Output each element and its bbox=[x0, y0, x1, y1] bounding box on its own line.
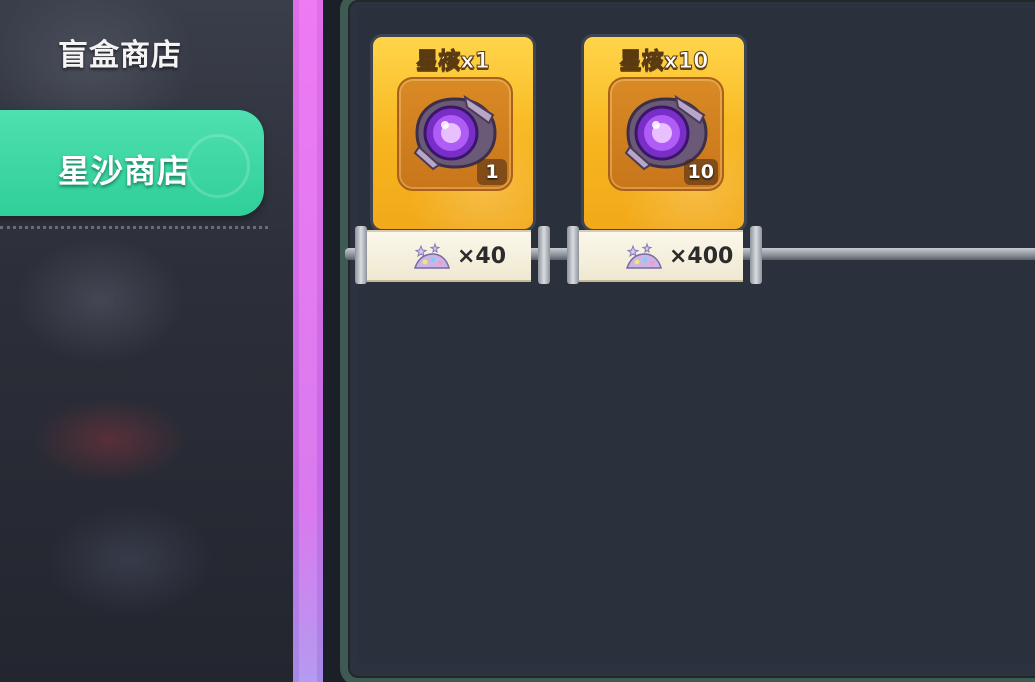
shop-screen: 盲盒商店 星沙商店 星核x1 1 ×40 星核x10 10 ×400 bbox=[0, 0, 1035, 682]
price-tag[interactable]: ×40 bbox=[355, 226, 550, 284]
blurred-background bbox=[0, 0, 300, 682]
shop-item-card-face: 星核x1 1 bbox=[373, 37, 533, 229]
sidebar-edge-bar bbox=[293, 0, 323, 682]
sidebar-divider bbox=[0, 226, 268, 229]
item-quantity-badge: 10 bbox=[683, 159, 718, 185]
shop-item-slot: 10 bbox=[608, 77, 724, 191]
price-tag-body: ×400 bbox=[579, 230, 743, 282]
price-tag-right-cap bbox=[750, 226, 762, 284]
price-amount: ×400 bbox=[669, 244, 734, 269]
shop-item-title: 星核x1 bbox=[416, 49, 491, 75]
star-sand-icon bbox=[625, 242, 662, 269]
shop-item-card[interactable]: 星核x10 10 bbox=[581, 34, 747, 232]
tab-blind-box-shop[interactable]: 盲盒商店 bbox=[58, 30, 182, 74]
price-amount: ×40 bbox=[457, 244, 507, 269]
item-quantity-badge: 1 bbox=[477, 159, 507, 185]
sidebar-edge-bar-inner bbox=[299, 0, 317, 682]
price-tag-right-cap bbox=[538, 226, 550, 284]
shop-item-title: 星核x10 bbox=[619, 49, 709, 75]
price-tag-left-cap bbox=[355, 226, 367, 284]
shop-item-card-face: 星核x10 10 bbox=[584, 37, 744, 229]
tab-decoration-icon bbox=[186, 134, 250, 198]
tab-star-sand-shop[interactable]: 星沙商店 bbox=[0, 110, 264, 216]
tab-star-sand-shop-label: 星沙商店 bbox=[58, 152, 191, 190]
price-tag[interactable]: ×400 bbox=[567, 226, 762, 284]
shop-item-card[interactable]: 星核x1 1 bbox=[370, 34, 536, 232]
shop-item-slot: 1 bbox=[397, 77, 513, 191]
star-sand-icon bbox=[413, 242, 450, 269]
price-tag-left-cap bbox=[567, 226, 579, 284]
price-tag-body: ×40 bbox=[367, 230, 531, 282]
